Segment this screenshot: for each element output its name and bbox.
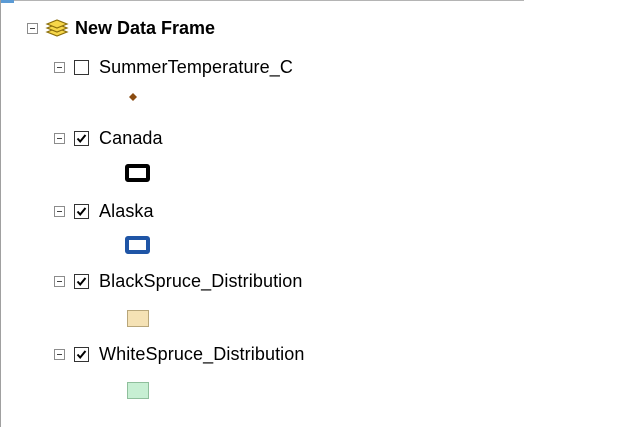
layer-visibility-checkbox[interactable]: [74, 59, 89, 75]
layer-visibility-checkbox[interactable]: [74, 130, 89, 146]
checkmark-icon: [76, 276, 87, 286]
collapse-icon[interactable]: [54, 61, 65, 73]
polygon-fill-symbol-icon: [127, 310, 149, 327]
layer-row-summer-temperature[interactable]: SummerTemperature_C: [54, 54, 293, 80]
panel-top-accent: [0, 0, 14, 3]
polygon-outline-symbol-icon: [125, 164, 150, 182]
collapse-icon[interactable]: [27, 22, 38, 34]
layer-visibility-checkbox[interactable]: [74, 203, 89, 219]
collapse-icon[interactable]: [54, 205, 65, 217]
layer-label[interactable]: SummerTemperature_C: [99, 57, 293, 78]
layer-label[interactable]: BlackSpruce_Distribution: [99, 271, 303, 292]
layer-label[interactable]: Canada: [99, 128, 163, 149]
layer-row-canada[interactable]: Canada: [54, 125, 163, 151]
collapse-icon[interactable]: [54, 132, 65, 144]
panel-top-border: [0, 0, 524, 1]
polygon-outline-symbol-icon: [125, 236, 150, 254]
checkmark-icon: [76, 206, 87, 216]
layer-visibility-checkbox[interactable]: [74, 273, 89, 289]
layer-row-black-spruce[interactable]: BlackSpruce_Distribution: [54, 268, 303, 294]
layer-row-alaska[interactable]: Alaska: [54, 198, 154, 224]
checkmark-icon: [76, 349, 87, 359]
collapse-icon[interactable]: [54, 275, 65, 287]
checkmark-icon: [76, 133, 87, 143]
polygon-fill-symbol-icon: [127, 382, 149, 399]
layer-label[interactable]: Alaska: [99, 201, 154, 222]
panel-left-border: [0, 0, 1, 427]
collapse-icon[interactable]: [54, 348, 65, 360]
layers-icon: [45, 19, 69, 37]
data-frame-row[interactable]: New Data Frame: [27, 15, 215, 41]
point-symbol-icon: [129, 93, 137, 101]
data-frame-label[interactable]: New Data Frame: [75, 18, 215, 39]
layer-label[interactable]: WhiteSpruce_Distribution: [99, 344, 305, 365]
table-of-contents-panel: New Data Frame SummerTemperature_C Canad…: [0, 0, 524, 427]
layer-row-white-spruce[interactable]: WhiteSpruce_Distribution: [54, 341, 305, 367]
layer-visibility-checkbox[interactable]: [74, 346, 89, 362]
